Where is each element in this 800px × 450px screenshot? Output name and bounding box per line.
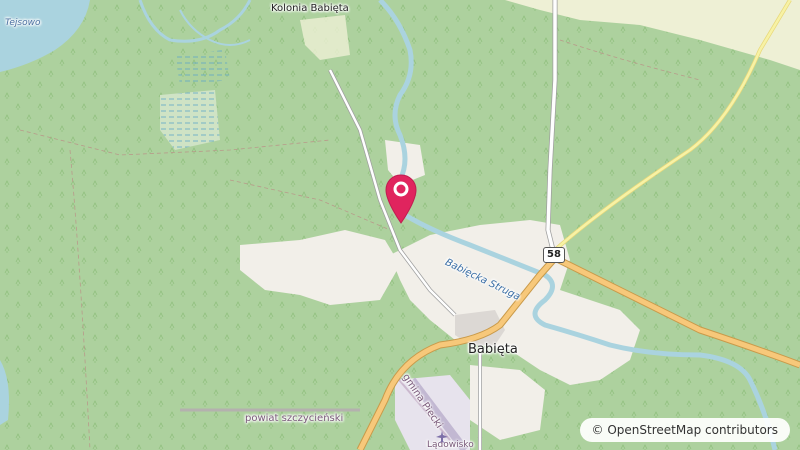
- map-view[interactable]: Babięta Kolonia Babięta Tejsowo Babięcka…: [0, 0, 800, 450]
- airfield-icon: [436, 428, 448, 443]
- road-58-shield: 58: [543, 247, 565, 263]
- marsh-north: [175, 50, 230, 85]
- powiat-label: powiat szczycieński: [245, 413, 344, 424]
- marsh-pattern: [160, 90, 220, 150]
- map-attribution[interactable]: © OpenStreetMap contributors: [579, 418, 790, 442]
- kolonia-label: Kolonia Babięta: [271, 3, 349, 14]
- village-label: Babięta: [468, 342, 518, 357]
- lake-label: Tejsowo: [5, 18, 41, 28]
- airfield-label: Lądowisko: [427, 440, 474, 450]
- location-marker-icon[interactable]: [384, 173, 418, 225]
